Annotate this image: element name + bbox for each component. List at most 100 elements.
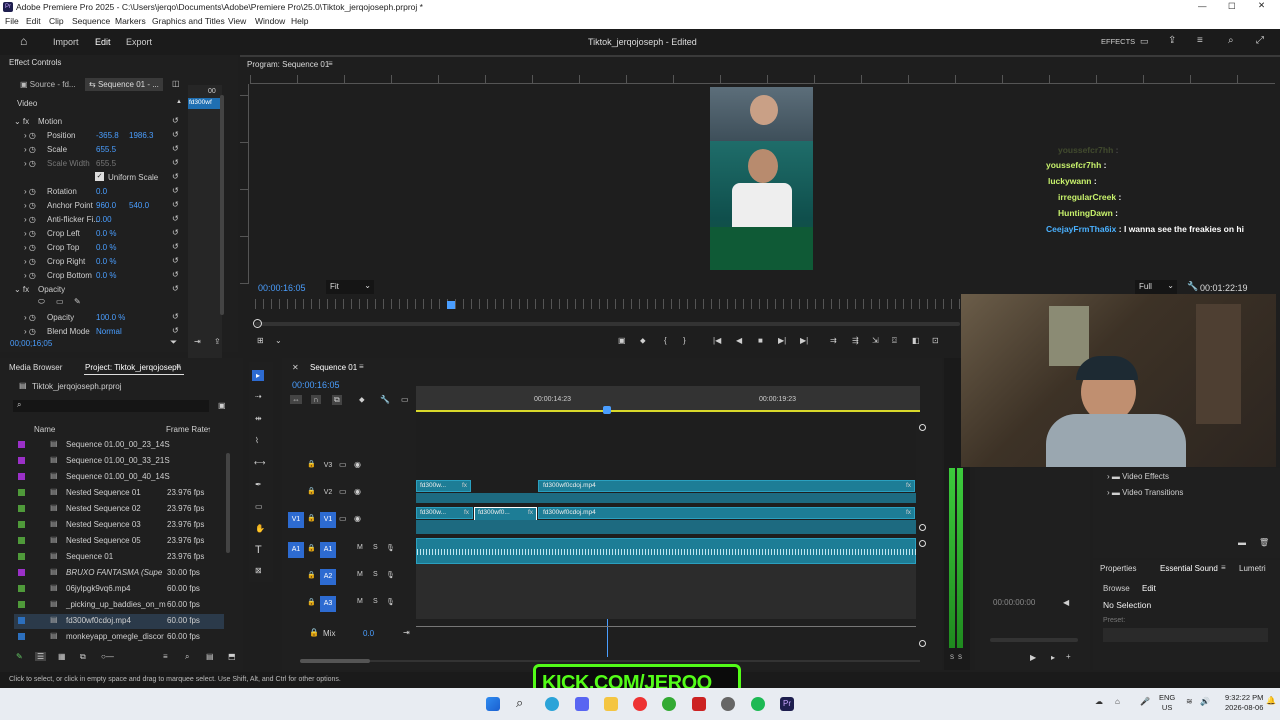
project-item[interactable]: ▤ 06jylpgk9vq6.mp4 60.00 fps — [14, 582, 224, 597]
rect-mask-icon[interactable]: ▭ — [56, 297, 64, 306]
video-scroll-up-icon[interactable]: ▲ — [176, 99, 182, 105]
effect-row[interactable]: › ◷ Opacity 100.0 % ↺ — [0, 312, 186, 325]
label-color-swatch[interactable] — [18, 505, 25, 512]
caption-tool-icon[interactable]: ⊠ — [255, 566, 262, 575]
lock-icon[interactable]: 🔒 — [307, 571, 316, 579]
effect-row[interactable]: › ◷ Blend Mode Normal ↺ — [0, 326, 186, 339]
menu-view[interactable]: View — [228, 16, 246, 26]
import-tab[interactable]: Import — [53, 37, 79, 47]
tray-mic-icon[interactable]: 🎤 — [1140, 697, 1150, 706]
twirl-icon[interactable]: ⌄ fx — [14, 285, 29, 294]
project-item[interactable]: ▤ Nested Sequence 03 23.976 fps — [14, 518, 224, 533]
media-browser-tab[interactable]: Media Browser — [9, 363, 62, 372]
menu-lines-icon[interactable]: ≡ — [1197, 35, 1203, 46]
stopwatch-icon[interactable]: › ◷ — [24, 243, 36, 252]
zoom-handle[interactable] — [253, 319, 262, 328]
sort-icon[interactable]: ≡ — [163, 652, 168, 661]
timeline-hscroll[interactable] — [300, 659, 370, 663]
effect-row-value[interactable]: 0.0 — [96, 187, 107, 196]
eye-icon[interactable]: ◉ — [354, 460, 361, 469]
panel-toggle-icon[interactable]: ◫ — [172, 79, 180, 88]
project-item[interactable]: ▤ Nested Sequence 01 23.976 fps — [14, 486, 224, 501]
effect-row[interactable]: › ◷ Crop Bottom 0.0 % ↺ — [0, 270, 186, 283]
timeline-settings-icon[interactable]: 🔧 — [380, 395, 390, 404]
eye-icon[interactable]: ◉ — [354, 487, 361, 496]
effect-row-value[interactable]: 0.0 % — [96, 243, 116, 252]
reset-icon[interactable]: ↺ — [172, 116, 179, 125]
menu-edit[interactable]: Edit — [26, 16, 41, 26]
effect-row[interactable]: ⌄ fx Opacity ↺ — [0, 284, 186, 297]
effect-row-value[interactable]: 0.0 % — [96, 257, 116, 266]
reset-icon[interactable]: ↺ — [172, 256, 179, 265]
effect-row[interactable]: › ◷ Crop Right 0.0 % ↺ — [0, 256, 186, 269]
reset-icon[interactable]: ↺ — [172, 214, 179, 223]
effect-row[interactable]: › ◷ Anti-flicker Fi... 0.00 ↺ — [0, 214, 186, 227]
insert-icon[interactable]: ⇉ — [830, 336, 837, 345]
effect-row-value[interactable]: Normal — [96, 327, 122, 336]
razor-tool-icon[interactable]: ⌇ — [255, 436, 259, 445]
step-back-icon[interactable]: ◀ — [736, 336, 742, 345]
reset-icon[interactable]: ↺ — [172, 228, 179, 237]
source-add-icon[interactable]: + — [1066, 652, 1071, 661]
source-patch[interactable]: A1 — [288, 542, 304, 558]
hand-tool-icon[interactable]: ✋ — [255, 524, 265, 533]
lumetri-tab[interactable]: Lumetri — [1239, 564, 1266, 573]
stop-icon[interactable]: ■ — [758, 336, 763, 345]
effect-row[interactable]: › ◷ Crop Top 0.0 % ↺ — [0, 242, 186, 255]
settings-icon[interactable]: ⊞ — [257, 336, 264, 345]
effect-row[interactable]: › ◷ Scale 655.5 ↺ — [0, 144, 186, 157]
pen-mask-icon[interactable]: ✎ — [74, 297, 81, 306]
icon-view-icon[interactable]: ▦ — [58, 652, 66, 661]
minimize-button[interactable]: — — [1198, 1, 1207, 11]
solo-button[interactable]: S — [373, 571, 378, 578]
mark-out-icon[interactable]: } — [683, 336, 686, 345]
label-color-swatch[interactable] — [18, 569, 25, 576]
scrollbar[interactable] — [220, 95, 224, 315]
discord-icon[interactable] — [575, 697, 589, 711]
project-item[interactable]: ▤ Sequence 01.00_00_23_14S — [14, 438, 224, 453]
menu-window[interactable]: Window — [255, 16, 285, 26]
track-header-v2[interactable]: 🔒 V2 ▭ ◉ — [282, 487, 416, 501]
mute-button[interactable]: M — [357, 598, 363, 605]
explorer-icon[interactable] — [604, 697, 618, 711]
stopwatch-icon[interactable]: › ◷ — [24, 229, 36, 238]
stopwatch-icon[interactable]: › ◷ — [24, 271, 36, 280]
clip-v2-b[interactable]: fd300wf0cdoj.mp4 fx — [538, 480, 915, 492]
edge-icon[interactable] — [545, 697, 559, 711]
effect-controls-timecode[interactable]: 00;00;16;05 — [10, 339, 52, 348]
maximize-button[interactable]: ☐ — [1228, 1, 1236, 12]
home-icon[interactable]: ⌂ — [20, 34, 27, 48]
overwrite-icon[interactable]: ⇶ — [852, 336, 859, 345]
premiere-icon[interactable]: Pr — [780, 697, 794, 711]
find-icon[interactable]: ⌕ — [185, 652, 189, 662]
mix-arrow-icon[interactable]: ⇥ — [403, 628, 410, 637]
timeline-title[interactable]: Sequence 01 — [310, 363, 357, 372]
sequence-tab[interactable]: ⇆ Sequence 01 - ... — [85, 78, 163, 91]
mic-icon[interactable]: 🎙 — [386, 544, 395, 552]
effect-row[interactable]: ⌄ fx Motion ↺ — [0, 116, 186, 129]
lock-icon[interactable]: 🔒 — [307, 544, 316, 552]
close-button[interactable]: ✕ — [1258, 0, 1265, 11]
lock-icon[interactable]: 🔒 — [307, 598, 316, 606]
tray-volume-icon[interactable]: 🔊 — [1200, 697, 1210, 706]
go-in-icon[interactable]: |◀ — [713, 336, 721, 345]
effect-row-value[interactable]: 0.00 — [96, 215, 112, 224]
source-tab[interactable]: ▣ Source - fd... — [20, 80, 76, 89]
menu-graphics[interactable]: Graphics and Titles — [152, 16, 225, 26]
nest-icon[interactable]: ⇔ — [290, 395, 302, 404]
chrome-icon[interactable] — [633, 697, 647, 711]
reset-icon[interactable]: ↺ — [172, 242, 179, 251]
track-label[interactable]: V2 — [320, 485, 336, 501]
go-out-icon[interactable]: ▶| — [800, 336, 808, 345]
tray-clock[interactable]: 9:32:22 PM 2026-08-06 — [1225, 693, 1263, 713]
sync-lock-icon[interactable]: ▭ — [339, 514, 347, 523]
effect-row[interactable]: › ◷ Crop Left 0.0 % ↺ — [0, 228, 186, 241]
slip-tool-icon[interactable]: ⟷ — [254, 458, 265, 467]
track-header-v3[interactable]: 🔒 V3 ▭ ◉ — [282, 460, 416, 474]
label-color-swatch[interactable] — [18, 633, 25, 640]
effect-row[interactable]: › ◷ Rotation 0.0 ↺ — [0, 186, 186, 199]
stopwatch-icon[interactable]: › ◷ — [24, 145, 36, 154]
menu-clip[interactable]: Clip — [49, 16, 64, 26]
effect-row-value[interactable]: 100.0 % — [96, 313, 125, 322]
search-icon[interactable]: ⌕ — [1228, 35, 1234, 46]
